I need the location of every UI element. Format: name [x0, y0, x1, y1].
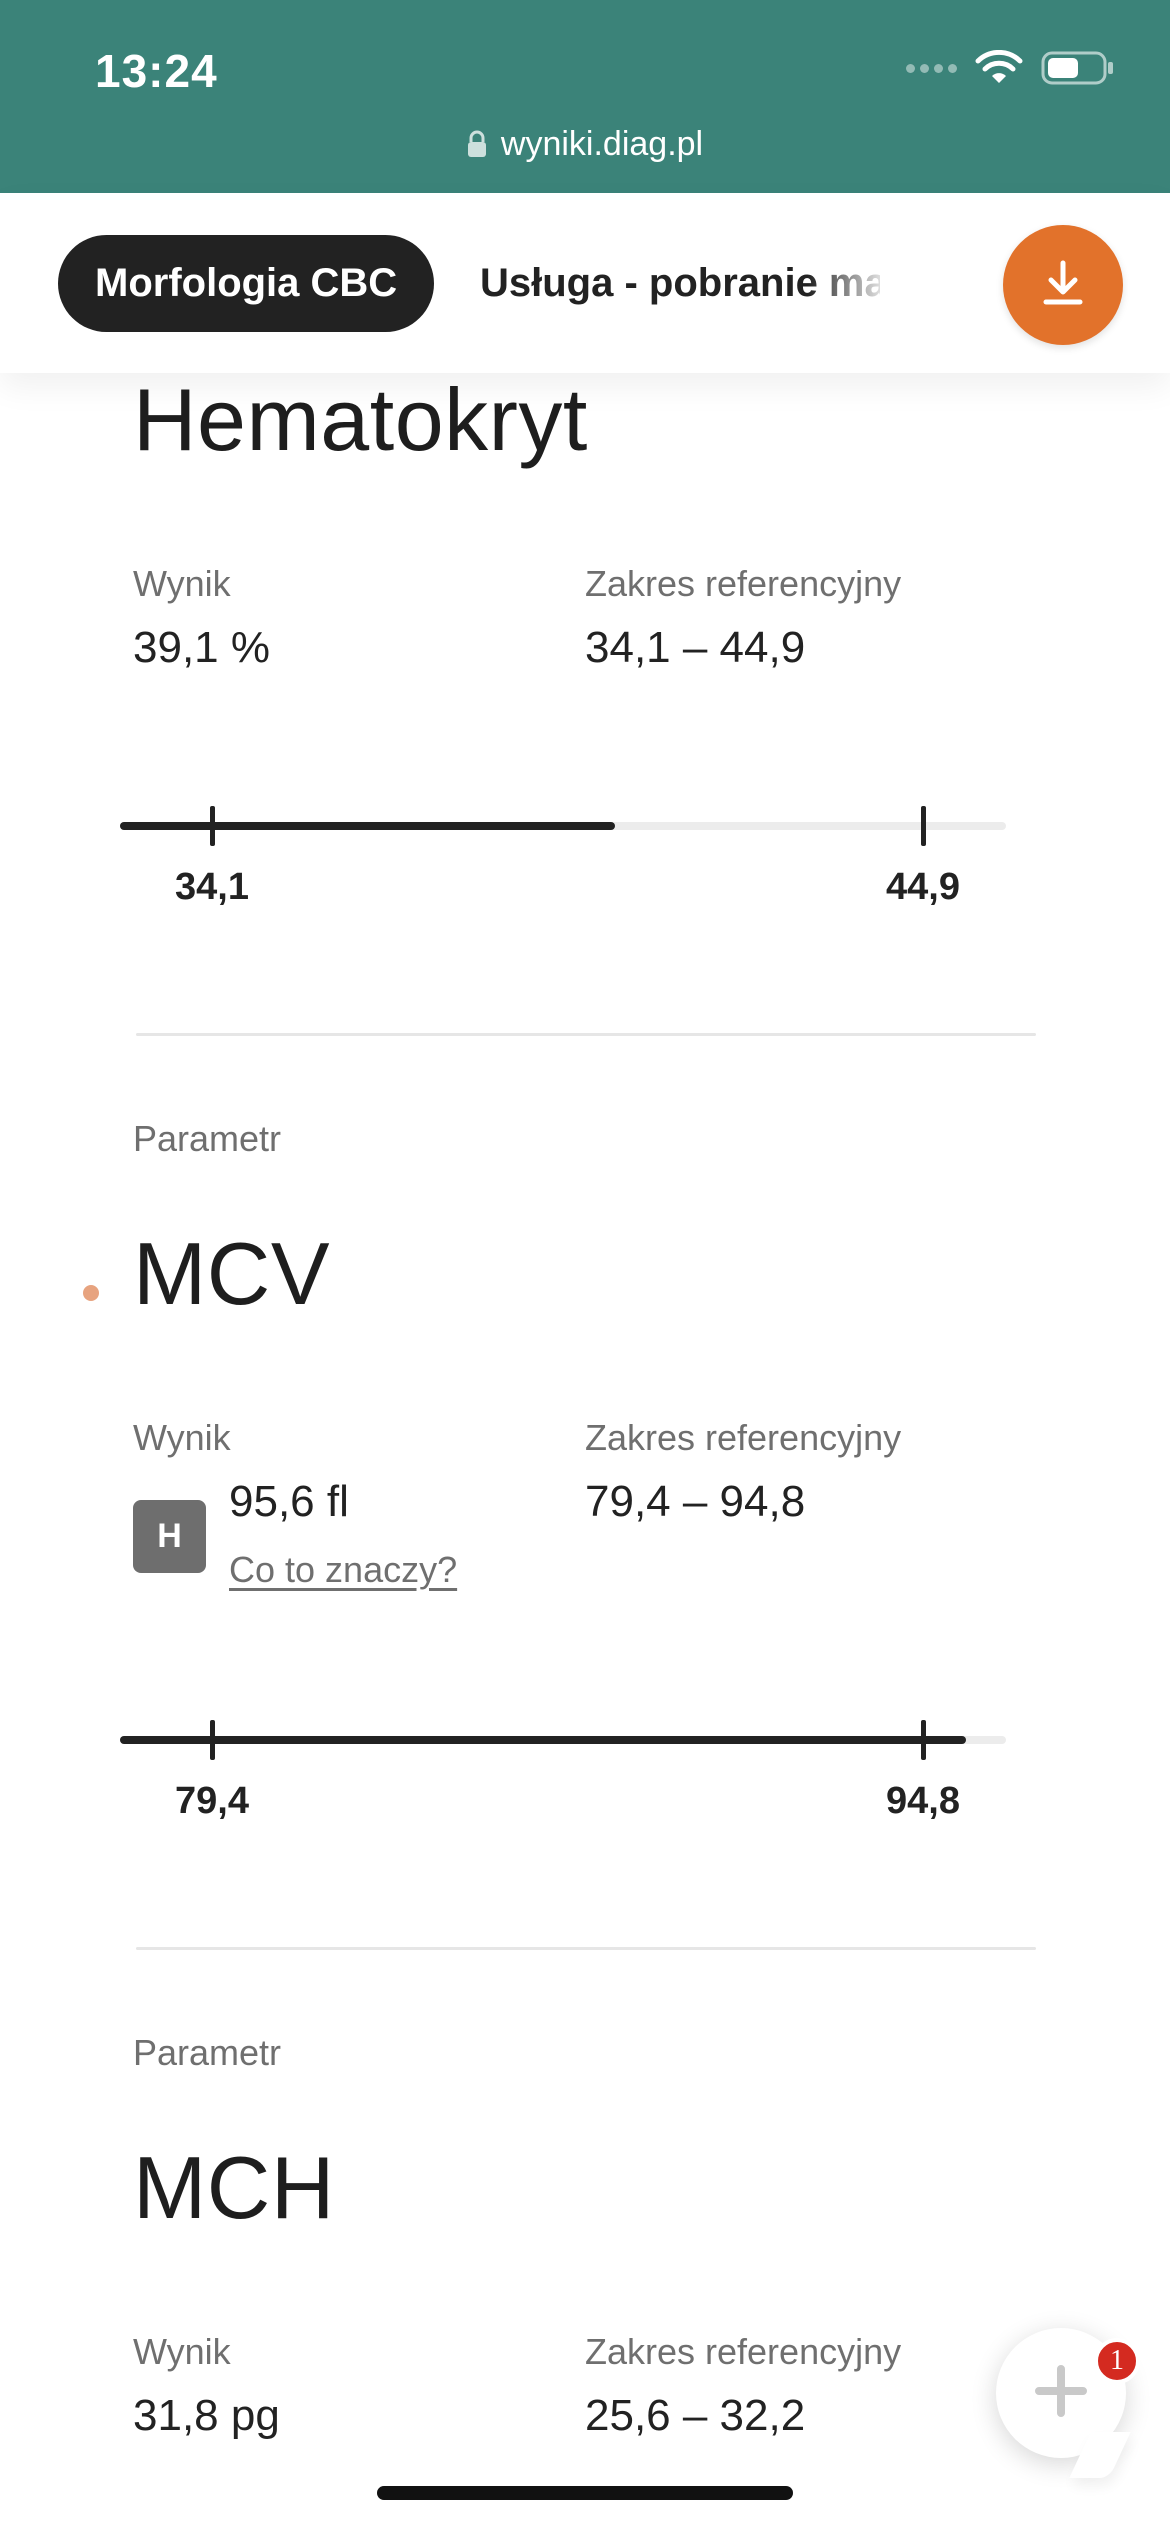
- range-high-label: 44,9: [886, 866, 960, 908]
- tab-usluga-pobranie[interactable]: Usługa - pobranie ma: [480, 235, 880, 332]
- param-name: MCH: [133, 2138, 335, 2237]
- range-high-tick: [921, 1720, 926, 1760]
- reference-value: 34,1 – 44,9: [585, 623, 806, 672]
- range-bar: [120, 1736, 1006, 1744]
- divider: [136, 1947, 1036, 1950]
- result-label: Wynik: [133, 2331, 231, 2372]
- reference-label: Zakres referencyjny: [585, 563, 902, 604]
- result-value: 39,1 %: [133, 623, 270, 672]
- range-low-tick: [210, 806, 215, 846]
- section-label: Parametr: [133, 2032, 282, 2073]
- what-does-it-mean-link[interactable]: Co to znaczy?: [229, 1549, 457, 1591]
- reference-label: Zakres referencyjny: [585, 1417, 902, 1458]
- plus-icon: [1033, 2363, 1089, 2424]
- tab-morfologia-cbc[interactable]: Morfologia CBC: [58, 235, 435, 332]
- lock-icon: [467, 128, 487, 167]
- range-bar: [120, 822, 1006, 830]
- param-name: MCV: [133, 1224, 331, 1323]
- status-time: 13:24: [95, 45, 218, 97]
- range-result-fill: [120, 1736, 966, 1744]
- wifi-icon: [975, 50, 1023, 86]
- reference-label: Zakres referencyjny: [585, 2331, 902, 2372]
- high-flag-badge: H: [133, 1500, 206, 1573]
- range-low-label: 79,4: [175, 1780, 249, 1822]
- home-indicator: [377, 2486, 793, 2500]
- reference-value: 79,4 – 94,8: [585, 1477, 806, 1526]
- battery-icon: [1041, 50, 1115, 86]
- range-high-label: 94,8: [886, 1780, 960, 1822]
- range-high-tick: [921, 806, 926, 846]
- status-icons: [906, 50, 1115, 86]
- notification-badge: 1: [1094, 2338, 1140, 2384]
- result-label: Wynik: [133, 563, 231, 604]
- category-tabs: Morfologia CBC Usługa - pobranie ma: [0, 193, 1170, 373]
- range-low-tick: [210, 1720, 215, 1760]
- range-result-fill: [120, 822, 615, 830]
- status-bar: 13:24 wyniki.diag.pl: [0, 0, 1170, 193]
- result-label: Wynik: [133, 1417, 231, 1458]
- download-icon: [1037, 257, 1089, 314]
- download-button[interactable]: [1003, 225, 1123, 345]
- reference-value: 25,6 – 32,2: [585, 2391, 806, 2440]
- signal-icon: [906, 63, 957, 73]
- result-value: 31,8 pg: [133, 2391, 280, 2440]
- url-text: wyniki.diag.pl: [500, 125, 704, 163]
- section-label: Parametr: [133, 1118, 282, 1159]
- flag-dot: [83, 1285, 99, 1301]
- param-name: Hematokryt: [133, 370, 588, 469]
- result-value: 95,6 fl: [229, 1477, 349, 1526]
- range-low-label: 34,1: [175, 866, 249, 908]
- address-bar[interactable]: wyniki.diag.pl: [0, 125, 1170, 167]
- divider: [136, 1033, 1036, 1036]
